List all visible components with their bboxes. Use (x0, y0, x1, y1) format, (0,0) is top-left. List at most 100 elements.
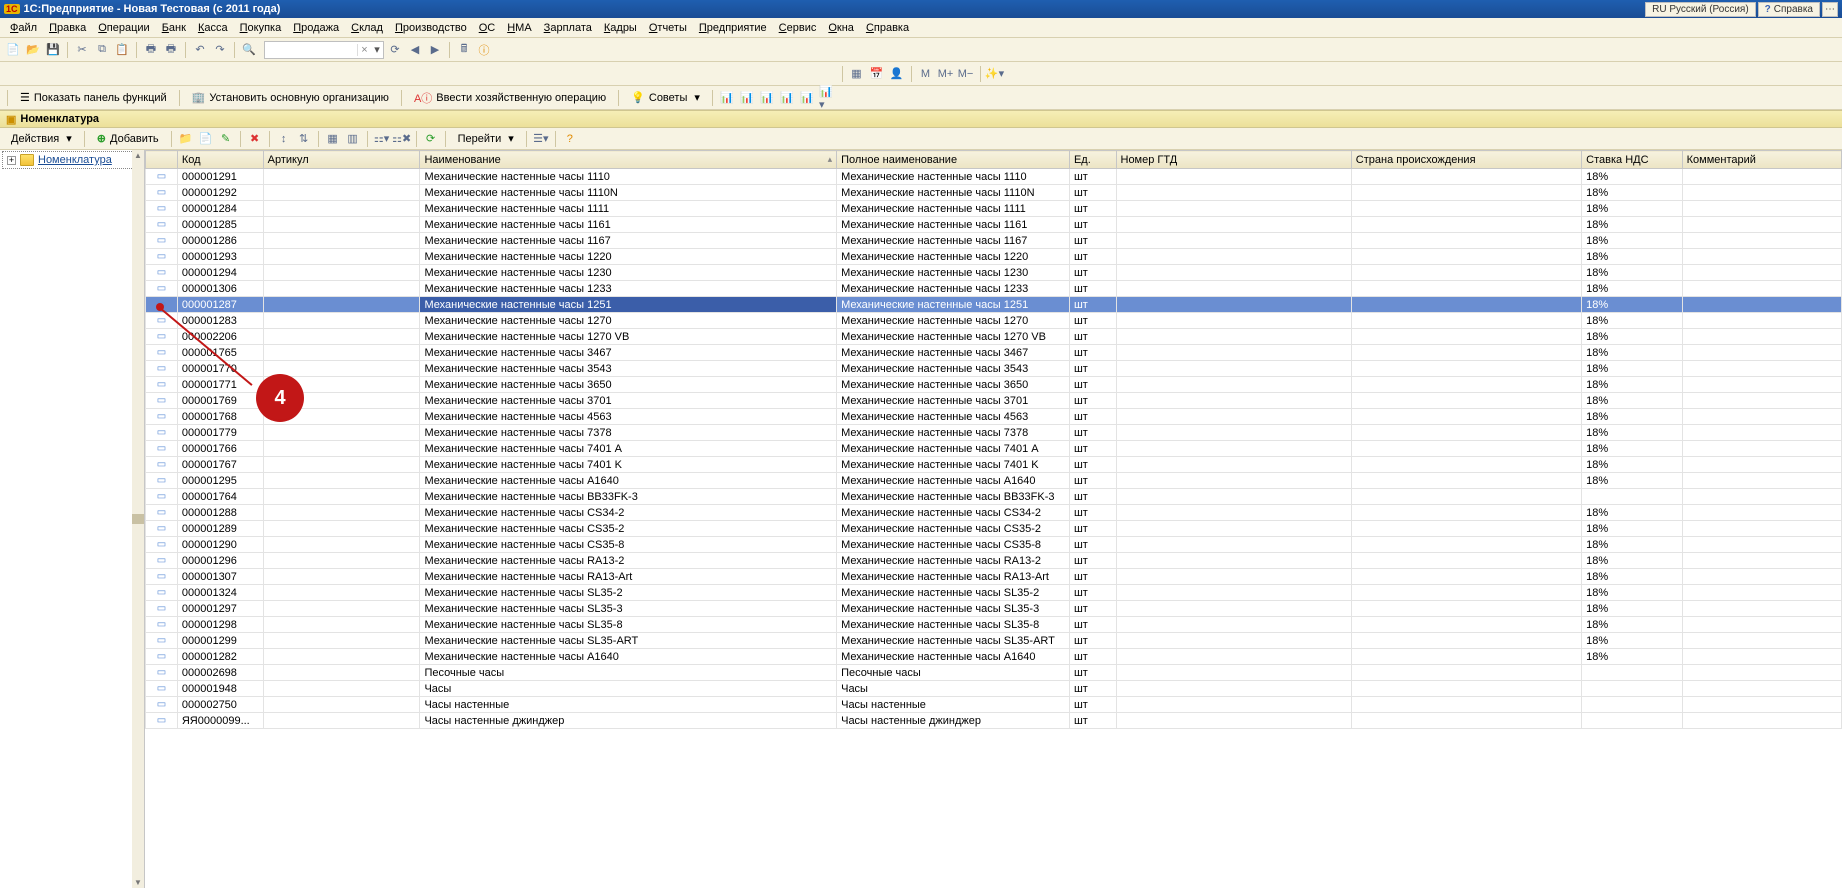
table-row[interactable]: ▭000001766Механические настенные часы 74… (146, 441, 1842, 457)
table-row[interactable]: ▭000001765Механические настенные часы 34… (146, 345, 1842, 361)
table-row[interactable]: ▭000001324Механические настенные часы SL… (146, 585, 1842, 601)
settings-icon[interactable]: ☰▾ (532, 130, 550, 148)
expand-icon[interactable]: + (7, 156, 16, 165)
menu-item[interactable]: Склад (345, 20, 389, 36)
col-country[interactable]: Страна происхождения (1351, 151, 1581, 169)
table-row[interactable]: ▭000001306Механические настенные часы 12… (146, 281, 1842, 297)
table-row[interactable]: ▭000002698Песочные часыПесочные часышт (146, 665, 1842, 681)
table-row[interactable]: ▭000001295Механические настенные часы A1… (146, 473, 1842, 489)
language-switcher[interactable]: RU Русский (Россия) (1645, 2, 1756, 17)
add-folder-icon[interactable]: 📁 (177, 130, 195, 148)
col-unit[interactable]: Ед. (1069, 151, 1116, 169)
nav-back-icon[interactable]: ◀ (406, 41, 424, 59)
col-icon[interactable] (146, 151, 178, 169)
table-row[interactable]: ▭ЯЯ0000099...Часы настенные джинджерЧасы… (146, 713, 1842, 729)
col-code[interactable]: Код (177, 151, 263, 169)
table-row[interactable]: ▭000001283Механические настенные часы 12… (146, 313, 1842, 329)
move-icon[interactable]: ↕ (275, 130, 293, 148)
goto-button[interactable]: Перейти ▾ (451, 130, 521, 148)
filter2-icon[interactable]: ▥ (344, 130, 362, 148)
report1-icon[interactable]: 📊 (718, 89, 736, 107)
menu-item[interactable]: Операции (92, 20, 155, 36)
col-art[interactable]: Артикул (263, 151, 420, 169)
table-row[interactable]: ▭000001296Механические настенные часы RA… (146, 553, 1842, 569)
report4-icon[interactable]: 📊 (778, 89, 796, 107)
col-name[interactable]: Наименование▴ (420, 151, 837, 169)
table-row[interactable]: ▭000001287Механические настенные часы 12… (146, 297, 1842, 313)
journal-icon[interactable]: ▦ (848, 65, 866, 83)
table-row[interactable]: ▭000001767Механические настенные часы 74… (146, 457, 1842, 473)
table-row[interactable]: ▭000001770Механические настенные часы 35… (146, 361, 1842, 377)
open-icon[interactable]: 📂 (24, 41, 42, 59)
table-row[interactable]: ▭000001948ЧасыЧасышт (146, 681, 1842, 697)
copy-icon[interactable]: ⧉ (93, 41, 111, 59)
table-row[interactable]: ▭000001764Механические настенные часы BB… (146, 489, 1842, 505)
wand-icon[interactable]: ✨▾ (986, 65, 1004, 83)
menu-item[interactable]: Продажа (287, 20, 345, 36)
table-row[interactable]: ▭000001284Механические настенные часы 11… (146, 201, 1842, 217)
table-row[interactable]: ▭000001282Механические настенные часы А1… (146, 649, 1842, 665)
table-row[interactable]: ▭000001288Механические настенные часы CS… (146, 505, 1842, 521)
clear-search-icon[interactable]: × (357, 44, 371, 56)
print-preview-icon[interactable]: 🖶 (162, 41, 180, 59)
tips-button[interactable]: 💡 Советы ▾ (624, 89, 707, 107)
calc-icon[interactable]: 🖩 (455, 41, 473, 59)
tree-scrollbar[interactable] (132, 150, 144, 888)
report2-icon[interactable]: 📊 (738, 89, 756, 107)
set-org-button[interactable]: 🏢 Установить основную организацию (185, 89, 396, 107)
selection-icon[interactable]: ⚏▾ (373, 130, 391, 148)
report3-icon[interactable]: 📊 (758, 89, 776, 107)
user-icon[interactable]: 👤 (888, 65, 906, 83)
delete-icon[interactable]: ✖ (246, 130, 264, 148)
search-dropdown-icon[interactable]: ▾ (371, 43, 383, 56)
tree-root-node[interactable]: + Номенклатура (2, 151, 142, 169)
menu-item[interactable]: Производство (389, 20, 473, 36)
find-icon[interactable]: 🔍 (240, 41, 258, 59)
table-row[interactable]: ▭000001769Механические настенные часы 37… (146, 393, 1842, 409)
cut-icon[interactable]: ✂ (73, 41, 91, 59)
menu-item[interactable]: Касса (192, 20, 234, 36)
table-row[interactable]: ▭000002206Механические настенные часы 12… (146, 329, 1842, 345)
show-panel-button[interactable]: ☰ Показать панель функций (13, 89, 174, 107)
table-row[interactable]: ▭000001307Механические настенные часы RA… (146, 569, 1842, 585)
menu-item[interactable]: Банк (156, 20, 192, 36)
col-comment[interactable]: Комментарий (1682, 151, 1841, 169)
menu-item[interactable]: Зарплата (538, 20, 598, 36)
col-full[interactable]: Полное наименование (837, 151, 1070, 169)
menu-item[interactable]: Окна (822, 20, 860, 36)
m-button[interactable]: M (917, 65, 935, 83)
menu-item[interactable]: Справка (860, 20, 915, 36)
menu-item[interactable]: Предприятие (693, 20, 773, 36)
hierarchy-icon[interactable]: ⇅ (295, 130, 313, 148)
calendar-icon[interactable]: 📅 (868, 65, 886, 83)
add-copy-icon[interactable]: 📄 (197, 130, 215, 148)
report6-icon[interactable]: 📊▾ (818, 89, 836, 107)
menu-item[interactable]: Правка (43, 20, 92, 36)
search-input[interactable]: × ▾ (264, 41, 384, 59)
table-row[interactable]: ▭000001286Механические настенные часы 11… (146, 233, 1842, 249)
filter1-icon[interactable]: ▦ (324, 130, 342, 148)
table-row[interactable]: ▭000001779Механические настенные часы 73… (146, 425, 1842, 441)
m-plus-button[interactable]: M+ (937, 65, 955, 83)
search-field[interactable] (265, 44, 357, 56)
m-minus-button[interactable]: M− (957, 65, 975, 83)
table-row[interactable]: ▭000001294Механические настенные часы 12… (146, 265, 1842, 281)
nav-fwd-icon[interactable]: ▶ (426, 41, 444, 59)
col-vat[interactable]: Ставка НДС (1582, 151, 1682, 169)
table-row[interactable]: ▭000001289Механические настенные часы CS… (146, 521, 1842, 537)
new-doc-icon[interactable]: 📄 (4, 41, 22, 59)
enter-op-button[interactable]: Аⓘ Ввести хозяйственную операцию (407, 89, 613, 107)
actions-menu[interactable]: Действия ▾ (4, 130, 79, 148)
overflow-button[interactable]: ⋯ (1822, 2, 1838, 17)
refresh2-icon[interactable]: ⟳ (422, 130, 440, 148)
table-row[interactable]: ▭000001771Механические настенные часы 36… (146, 377, 1842, 393)
menu-item[interactable]: Отчеты (643, 20, 693, 36)
report5-icon[interactable]: 📊 (798, 89, 816, 107)
print-icon[interactable]: 🖶 (142, 41, 160, 59)
menu-item[interactable]: НМА (501, 20, 537, 36)
undo-icon[interactable]: ↶ (191, 41, 209, 59)
edit-icon[interactable]: ✎ (217, 130, 235, 148)
table-row[interactable]: ▭000001299Механические настенные часы SL… (146, 633, 1842, 649)
table-row[interactable]: ▭000001291Механические настенные часы 11… (146, 169, 1842, 185)
help2-icon[interactable]: ? (561, 130, 579, 148)
